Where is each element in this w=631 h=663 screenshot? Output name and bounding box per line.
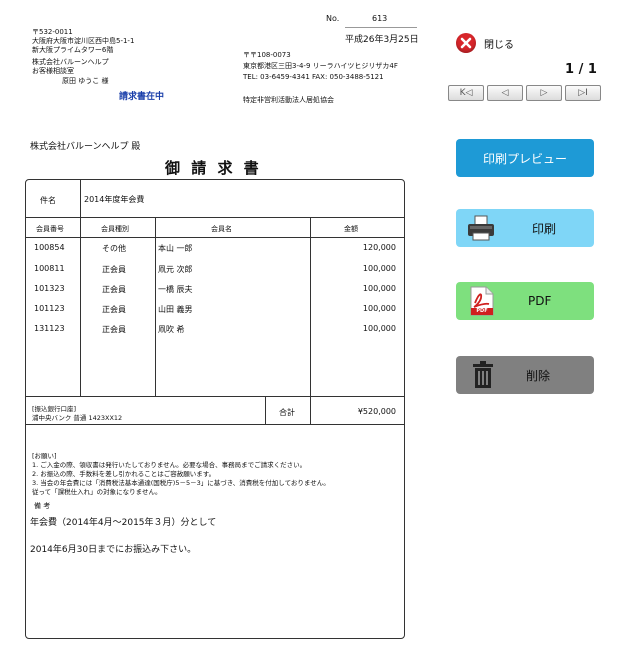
recipient-person: 原田 ゆうこ 様 [62,77,109,85]
delete-button[interactable]: 削除 [456,356,594,394]
col-member-name: 会員名 [211,225,232,233]
member-id: 131123 [34,324,65,333]
print-preview-button[interactable]: 印刷プレビュー [456,139,594,177]
first-page-icon: K◁ [459,88,473,98]
remarks-label: 備 考 [34,502,51,510]
total-label: 合計 [279,408,295,417]
col-amount: 金額 [344,225,358,233]
member-amount: 100,000 [362,284,396,293]
next-page-icon: ▷ [540,88,548,98]
member-amount: 100,000 [362,264,396,273]
subject-label: 件名 [40,196,56,205]
next-page-button[interactable]: ▷ [526,85,562,101]
divider [26,396,404,397]
remarks-line: 2014年6月30日までにお振込み下さい。 [30,545,197,555]
sender-organization: 特定非営利活動法人居処協会 [243,96,334,104]
member-type: 正会員 [102,305,126,314]
number-value: 613 [372,14,388,23]
pdf-label: PDF [528,294,552,308]
status-label: 請求書在中 [119,92,165,102]
prev-page-button[interactable]: ◁ [487,85,523,101]
divider [26,217,404,218]
control-panel: 閉じる 1 / 1 K◁ ◁ ▷ ▷I 印刷プレビュー 印刷 PDF PDF 削… [440,0,631,663]
number-underline [345,27,417,28]
print-preview-label: 印刷プレビュー [482,151,567,166]
invoice-sheet: 件名 2014年度年会費 会員番号 会員種別 会員名 金額 100854 その他… [25,179,405,639]
bank-value: 浦中央バンク 普通 1423XX12 [32,414,123,422]
member-name: 凧元 次郎 [158,265,193,274]
member-type: 正会員 [102,285,126,294]
close-button[interactable]: 閉じる [456,33,514,53]
member-type: その他 [102,244,126,253]
divider [26,237,404,238]
col-member-type: 会員種別 [101,225,129,233]
member-type: 正会員 [102,325,126,334]
member-id: 101323 [34,284,65,293]
print-button[interactable]: 印刷 [456,209,594,247]
trash-icon [472,361,494,389]
member-name: 本山 一郎 [158,244,193,253]
pdf-icon: PDF [470,286,494,316]
subject-divider [80,180,81,217]
invoice-document: 〒532-0011 大阪府大阪市淀川区西中島5-1-1 新大阪プライムタワー6階… [0,0,440,663]
subject-value: 2014年度年会費 [84,195,145,204]
prev-page-icon: ◁ [501,88,509,98]
number-label: No. [326,14,340,23]
remarks-line: 年会費（2014年4月～2015年３月）分として [30,518,217,528]
delete-label: 削除 [526,368,551,383]
member-type: 正会員 [102,265,126,274]
sender-contact: TEL: 03-6459-4341 FAX: 050-3488-5121 [243,73,384,81]
pdf-button[interactable]: PDF PDF [456,282,594,320]
print-label: 印刷 [532,221,557,236]
close-icon [456,33,476,53]
recipient-department: お客様相談室 [32,67,74,75]
column-divider [265,396,266,424]
recipient-address-2: 新大阪プライムタワー6階 [32,46,114,54]
issue-date: 平成26年3月25日 [345,35,419,45]
column-divider [310,217,311,396]
member-name: 一橋 辰夫 [158,285,193,294]
last-page-icon: ▷I [578,88,588,98]
col-member-id: 会員番号 [36,225,64,233]
recipient-address-1: 大阪府大阪市淀川区西中島5-1-1 [32,37,135,45]
sender-zip: 〒〒108-0073 [243,51,291,59]
column-divider [310,396,311,424]
sender-address: 東京都港区三田3-4-9 リーラハイツヒジリザカ4F [243,62,398,70]
last-page-button[interactable]: ▷I [565,85,601,101]
total-value: ¥520,000 [357,407,396,416]
pager: K◁ ◁ ▷ ▷I [448,85,601,101]
page-indicator: 1 / 1 [565,62,597,77]
first-page-button[interactable]: K◁ [448,85,484,101]
member-id: 100811 [34,264,65,273]
member-name: 凧吹 希 [158,325,185,334]
column-divider [155,217,156,396]
pdf-badge: PDF [476,308,488,314]
bill-to: 株式会社バルーンヘルプ 殿 [30,142,141,152]
member-amount: 120,000 [362,243,396,252]
column-divider [80,217,81,396]
divider [26,424,404,425]
member-id: 100854 [34,243,65,252]
printer-icon [466,215,496,241]
member-id: 101123 [34,304,65,313]
note-line: 従って「課税仕入れ」の対象になりません。 [32,488,162,496]
recipient-zip: 〒532-0011 [32,28,73,36]
document-title: 御 請 求 書 [165,159,262,177]
close-label: 閉じる [484,39,514,51]
member-amount: 100,000 [362,304,396,313]
member-amount: 100,000 [362,324,396,333]
recipient-company: 株式会社バルーンヘルプ [32,58,109,66]
member-name: 山田 義男 [158,305,193,314]
